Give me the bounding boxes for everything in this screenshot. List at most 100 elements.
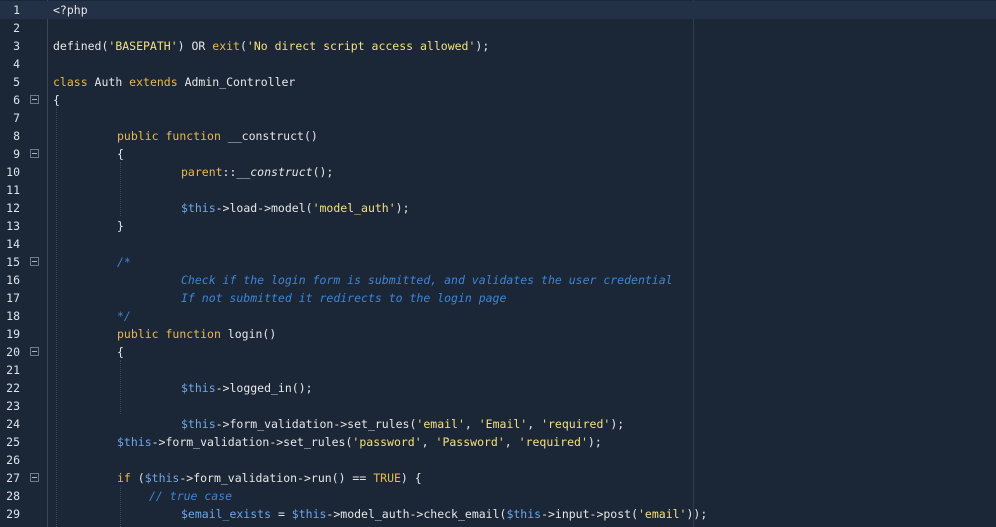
code-line[interactable]: 26 [0, 451, 996, 469]
line-number: 10 [6, 165, 20, 179]
code-line[interactable]: 6{ [0, 91, 996, 109]
line-number: 22 [6, 381, 20, 395]
code-editor[interactable]: 1 <?php 2 3 defined('BASEPATH') OR exit('No … [0, 0, 996, 527]
code-text: <?php [53, 1, 88, 19]
code-line[interactable]: 28 // true case [0, 487, 996, 505]
code-line[interactable]: 8 public function __construct() [0, 127, 996, 145]
code-line[interactable]: 4 [0, 55, 996, 73]
code-line[interactable]: 27 if ($this->form_validation->run() == T… [0, 469, 996, 487]
code-line[interactable]: 24 $this->form_validation->set_rules('ema… [0, 415, 996, 433]
code-token: $this [181, 381, 216, 395]
code-text: if ($this->form_validation->run() == TRU… [117, 469, 422, 487]
line-number: 12 [6, 201, 20, 215]
code-line[interactable]: 14 [0, 235, 996, 253]
code-line[interactable]: 2 [0, 19, 996, 37]
code-token: 'password' [352, 435, 422, 449]
code-token: If not submitted it redirects to the log… [181, 291, 507, 305]
code-token: 'email' [638, 507, 687, 521]
code-text: If not submitted it redirects to the log… [181, 289, 506, 307]
line-number: 21 [6, 363, 20, 377]
code-line[interactable]: 12 $this->load->model('model_auth'); [0, 199, 996, 217]
code-token: ) OR [177, 39, 213, 53]
code-token: ); [610, 417, 625, 431]
code-token: ) { [400, 471, 422, 485]
code-token: defined( [53, 39, 109, 53]
line-number: 16 [6, 273, 20, 287]
code-line[interactable]: 16 Check if the login form is submitted, … [0, 271, 996, 289]
code-token: ( [130, 471, 145, 485]
code-line[interactable]: 9{ [0, 145, 996, 163]
code-token: 'Email' [478, 417, 528, 431]
line-number: 27 [6, 471, 20, 485]
code-line[interactable]: 23 [0, 397, 996, 415]
code-text: $this->form_validation->set_rules('passw… [117, 433, 602, 451]
code-line[interactable]: 17 If not submitted it redirects to the l… [0, 289, 996, 307]
code-token: ->model_auth->check_email( [326, 507, 507, 521]
code-text: $email_exists = $this->model_auth->check… [181, 505, 707, 523]
line-number: 6 [13, 93, 20, 107]
code-token: Check if the login form is submitted, an… [181, 273, 673, 287]
code-token: TRUE [373, 471, 401, 485]
fold-minus-icon[interactable] [30, 257, 39, 266]
code-line[interactable]: 10 parent::__construct(); [0, 163, 996, 181]
code-line[interactable]: 13} [0, 217, 996, 235]
code-token: function [165, 129, 221, 143]
code-token: exit [212, 39, 240, 53]
code-token: ); [475, 39, 490, 53]
code-text: class Auth extends Admin_Controller [53, 73, 295, 91]
code-token: <?php [53, 3, 88, 17]
code-token: parent [181, 165, 223, 179]
code-token: 'model_auth' [312, 201, 396, 215]
line-number: 14 [6, 237, 20, 251]
code-text: defined('BASEPATH') OR exit('No direct s… [53, 37, 489, 55]
code-text: $this->load->model('model_auth'); [181, 199, 410, 217]
fold-minus-icon[interactable] [30, 149, 39, 158]
code-text: parent::__construct(); [181, 163, 333, 181]
line-number: 15 [6, 255, 20, 269]
code-token: if [117, 471, 131, 485]
code-line[interactable]: 15 /* [0, 253, 996, 271]
code-token: $this [506, 507, 542, 521]
fold-minus-icon[interactable] [30, 347, 39, 356]
line-number: 29 [6, 507, 20, 521]
line-number: 5 [13, 75, 20, 89]
code-line[interactable]: 3 defined('BASEPATH') OR exit('No direct … [0, 37, 996, 55]
code-token: 'email' [416, 417, 465, 431]
code-line[interactable]: 5 class Auth extends Admin_Controller [0, 73, 996, 91]
code-line[interactable]: 20 { [0, 343, 996, 361]
code-token: $email_exists [181, 507, 272, 521]
fold-minus-icon[interactable] [30, 473, 39, 482]
code-line[interactable]: 19 public function login() [0, 325, 996, 343]
code-token: { [53, 93, 60, 107]
code-line[interactable]: 1 <?php [0, 1, 996, 19]
code-line[interactable]: 25 $this->form_validation->set_rules('pas… [0, 433, 996, 451]
code-line[interactable]: 18 */ [0, 307, 996, 325]
code-text: public function login() [117, 325, 276, 343]
code-token: ->logged_in(); [215, 381, 313, 395]
code-token: login() [220, 327, 277, 341]
code-token: } [117, 219, 124, 233]
code-text: */ [117, 307, 131, 325]
code-line[interactable]: 21 [0, 361, 996, 379]
code-line[interactable]: 22 $this->logged_in(); [0, 379, 996, 397]
line-number: 3 [13, 39, 20, 53]
code-line[interactable]: 29 $email_exists = $this->model_auth->che… [0, 505, 996, 523]
code-token: )); [686, 507, 708, 521]
code-token: */ [117, 309, 131, 323]
code-text: { [53, 91, 60, 109]
line-number: 23 [6, 399, 20, 413]
code-token: $this [144, 471, 180, 485]
code-token: , [464, 417, 479, 431]
code-token: { [117, 345, 124, 359]
code-token: Auth [87, 75, 130, 89]
code-line[interactable]: 11 [0, 181, 996, 199]
code-token: , [421, 435, 436, 449]
code-token: 'No direct script access allowed' [246, 39, 476, 53]
line-number: 17 [6, 291, 20, 305]
code-token: ->load->model( [215, 201, 313, 215]
line-number: 9 [13, 147, 20, 161]
fold-minus-icon[interactable] [30, 95, 39, 104]
code-token: 'BASEPATH' [108, 39, 178, 53]
code-line[interactable]: 7 [0, 109, 996, 127]
code-token: __construct [236, 165, 313, 179]
